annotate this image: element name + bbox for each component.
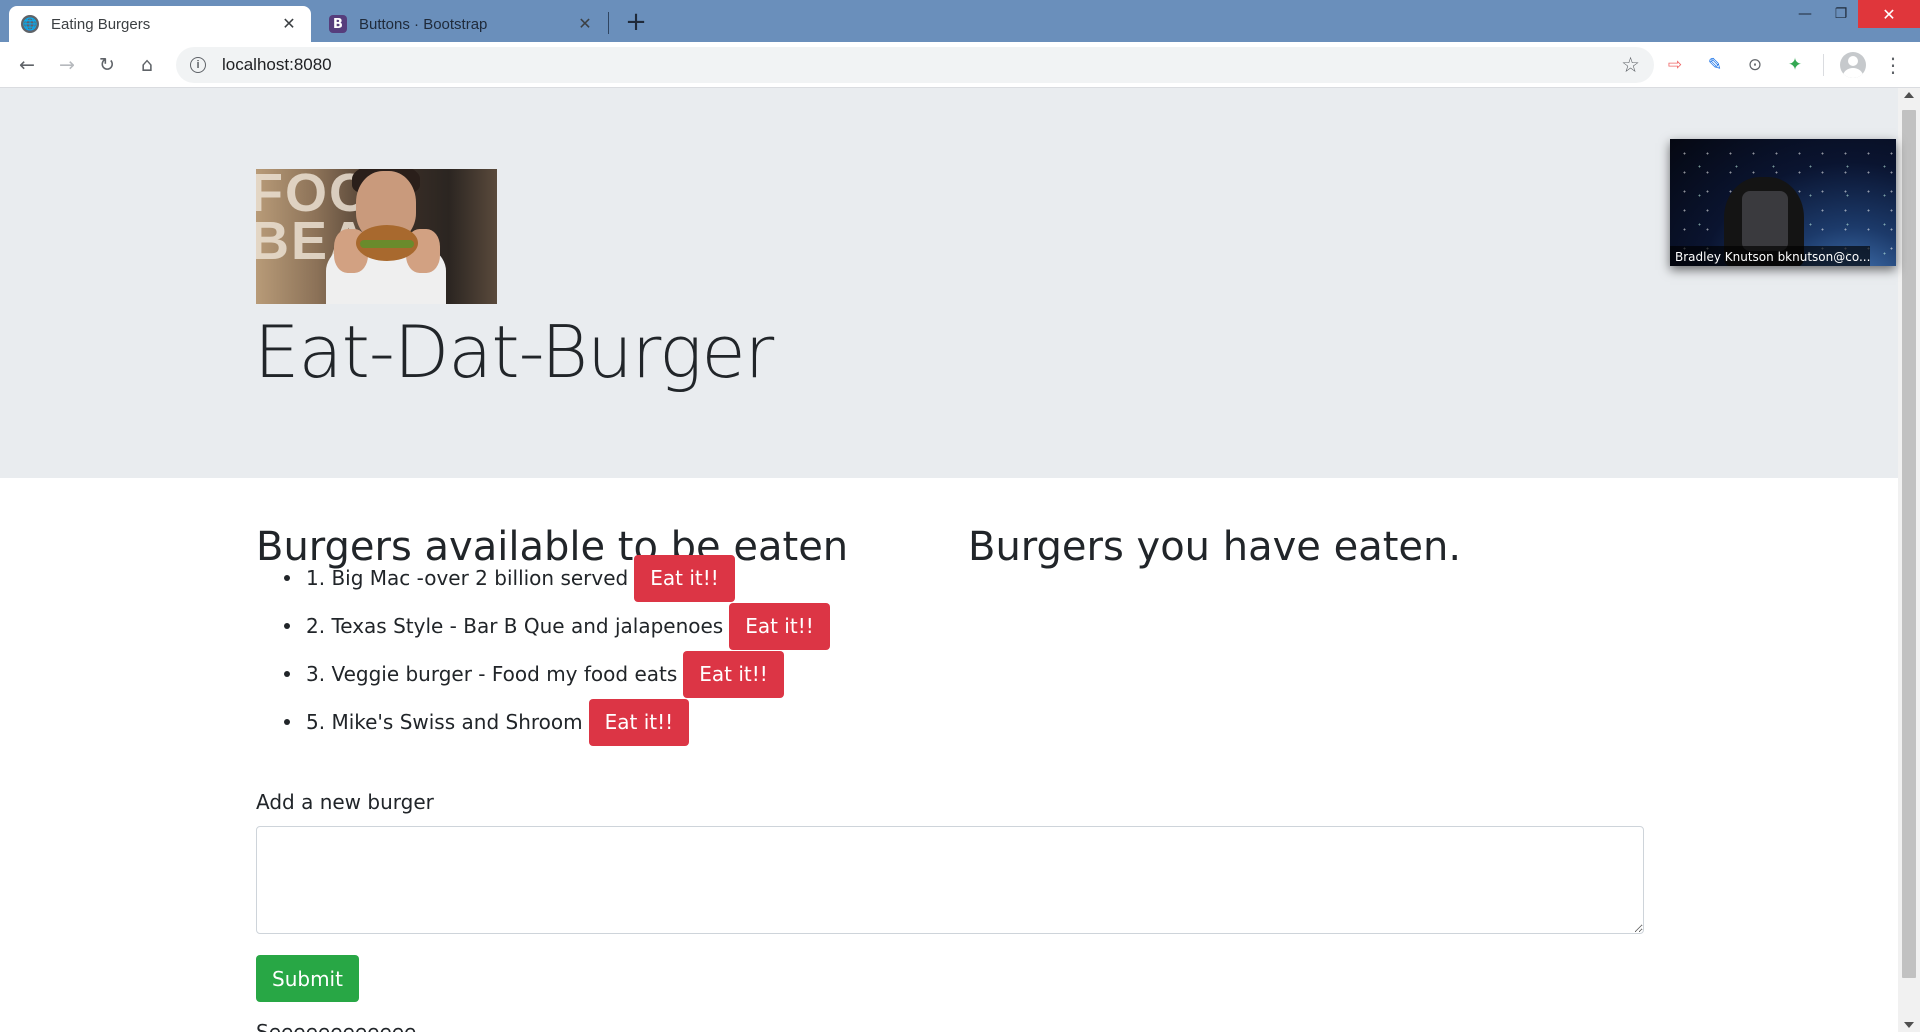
burger-name: 1. Big Mac -over 2 billion served bbox=[306, 566, 629, 590]
bullet bbox=[284, 623, 290, 629]
url-text: localhost:8080 bbox=[222, 55, 332, 74]
bullet bbox=[284, 671, 290, 677]
extension-cast-icon[interactable]: ⇨ bbox=[1662, 52, 1688, 78]
browser-toolbar: ← → ↻ ⌂ i localhost:8080 ☆ ⇨ ✎ ⊙ ✦ ⋮ bbox=[0, 42, 1920, 88]
profile-avatar[interactable] bbox=[1840, 52, 1866, 78]
cutoff-text: Seeeeeeeeeeee bbox=[256, 1020, 417, 1032]
burger-hero-image: FOO BEA bbox=[256, 169, 497, 304]
new-burger-input[interactable] bbox=[256, 826, 1644, 934]
extension-puzzle-icon[interactable]: ✦ bbox=[1782, 52, 1808, 78]
list-item: 5. Mike's Swiss and Shroom Eat it!! bbox=[256, 698, 690, 746]
eat-it-button[interactable]: Eat it!! bbox=[634, 554, 735, 602]
site-title: Eat-Dat-Burger bbox=[254, 310, 774, 394]
extension-pen-icon[interactable]: ✎ bbox=[1702, 52, 1728, 78]
toolbar-divider bbox=[1823, 54, 1824, 76]
close-tab-icon[interactable]: ✕ bbox=[279, 14, 299, 34]
kebab-menu-icon[interactable]: ⋮ bbox=[1880, 52, 1906, 78]
tab-bootstrap-buttons[interactable]: B Buttons · Bootstrap ✕ bbox=[317, 6, 607, 42]
eat-it-button[interactable]: Eat it!! bbox=[683, 650, 784, 698]
list-item: 1. Big Mac -over 2 billion served Eat it… bbox=[256, 554, 735, 602]
scroll-up-arrow-icon[interactable] bbox=[1904, 92, 1914, 98]
eaten-burgers-heading: Burgers you have eaten. bbox=[968, 524, 1462, 570]
globe-icon: 🌐 bbox=[21, 15, 39, 33]
burger-name: 2. Texas Style - Bar B Que and jalapenoe… bbox=[306, 614, 724, 638]
back-arrow-icon[interactable]: ← bbox=[12, 50, 42, 80]
video-call-overlay[interactable]: Bradley Knutson bknutson@co... bbox=[1670, 139, 1896, 266]
burger-name: 5. Mike's Swiss and Shroom bbox=[306, 710, 583, 734]
scroll-down-arrow-icon[interactable] bbox=[1904, 1022, 1914, 1028]
bullet bbox=[284, 575, 290, 581]
extension-code-icon[interactable]: ⊙ bbox=[1742, 52, 1768, 78]
forward-arrow-icon[interactable]: → bbox=[52, 50, 82, 80]
tab-title: Buttons · Bootstrap bbox=[359, 15, 488, 33]
jumbotron-header: FOO BEA Eat-Dat-Burger bbox=[0, 88, 1898, 478]
new-tab-button[interactable]: + bbox=[622, 7, 650, 37]
tab-divider bbox=[608, 12, 609, 34]
burger-name: 3. Veggie burger - Food my food eats bbox=[306, 662, 678, 686]
browser-tab-bar: 🌐 Eating Burgers ✕ B Buttons · Bootstrap… bbox=[0, 0, 1920, 42]
list-item: 2. Texas Style - Bar B Que and jalapenoe… bbox=[256, 602, 830, 650]
add-burger-label: Add a new burger bbox=[256, 790, 434, 814]
address-bar[interactable]: i localhost:8080 ☆ bbox=[176, 47, 1654, 83]
info-icon[interactable]: i bbox=[190, 57, 206, 73]
tab-title: Eating Burgers bbox=[51, 15, 151, 33]
reload-icon[interactable]: ↻ bbox=[92, 50, 122, 80]
bullet bbox=[284, 719, 290, 725]
page-scrollbar[interactable] bbox=[1898, 88, 1920, 1032]
tab-eating-burgers[interactable]: 🌐 Eating Burgers ✕ bbox=[9, 6, 311, 42]
bookmark-star-icon[interactable]: ☆ bbox=[1621, 53, 1640, 77]
home-icon[interactable]: ⌂ bbox=[132, 50, 162, 80]
bootstrap-icon: B bbox=[329, 15, 347, 33]
scrollbar-thumb[interactable] bbox=[1902, 110, 1916, 978]
eat-it-button[interactable]: Eat it!! bbox=[588, 698, 690, 746]
participant-caption: Bradley Knutson bknutson@co... bbox=[1670, 246, 1870, 266]
list-item: 3. Veggie burger - Food my food eats Eat… bbox=[256, 650, 784, 698]
eat-it-button[interactable]: Eat it!! bbox=[729, 602, 830, 650]
submit-button[interactable]: Submit bbox=[256, 955, 359, 1002]
close-window-button[interactable]: ✕ bbox=[1858, 0, 1920, 28]
close-tab-icon[interactable]: ✕ bbox=[575, 14, 595, 34]
page-viewport: FOO BEA Eat-Dat-Burger Burgers available… bbox=[0, 88, 1898, 1032]
